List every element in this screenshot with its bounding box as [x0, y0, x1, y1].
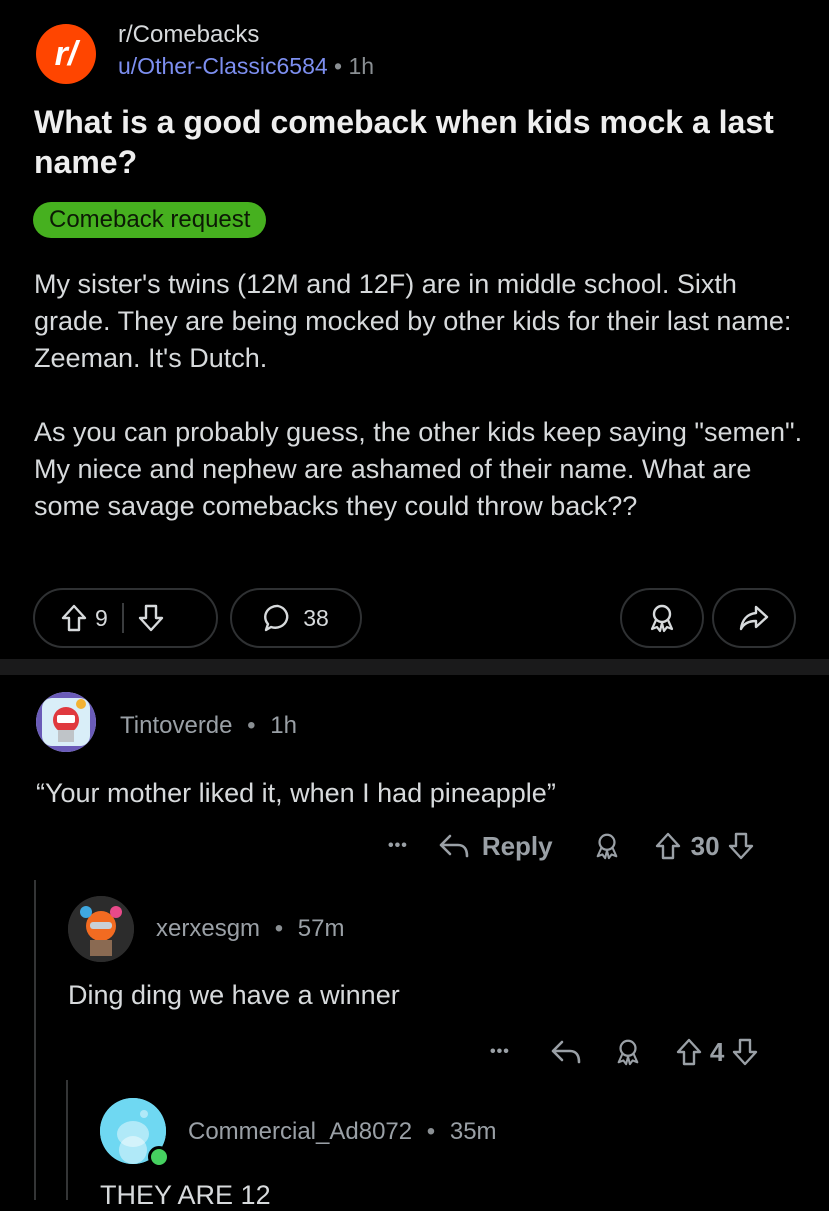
comment-actions: ••• 4 — [490, 1032, 758, 1072]
comment-text: “Your mother liked it, when I had pineap… — [36, 778, 556, 808]
post-flair[interactable]: Comeback request — [33, 202, 267, 238]
avatar[interactable] — [36, 692, 96, 752]
post-title: What is a good comeback when kids mock a… — [34, 104, 774, 180]
post-author[interactable]: u/Other-Classic6584 — [118, 53, 328, 79]
vote-divider — [121, 603, 124, 633]
reply-arrow-icon[interactable] — [550, 1038, 582, 1066]
comment-count: 38 — [303, 604, 329, 631]
avatar[interactable] — [68, 896, 134, 962]
upvote-arrow-icon[interactable] — [676, 1038, 702, 1066]
post-age: 1h — [348, 53, 375, 79]
comment-meta: Tintoverde • 1h — [120, 712, 297, 740]
thread-line[interactable] — [34, 880, 36, 1200]
share-arrow-icon — [739, 604, 769, 632]
award-icon[interactable] — [614, 1038, 642, 1066]
section-divider — [0, 659, 829, 675]
meta-separator: • — [247, 712, 256, 739]
post-body: My sister's twins (12M and 12F) are in m… — [34, 266, 804, 562]
meta-separator: • — [426, 1118, 436, 1145]
comment-meta: Commercial_Ad8072 • 35m — [188, 1118, 497, 1146]
downvote-arrow-icon[interactable] — [732, 1038, 758, 1066]
comment-score: 4 — [709, 1036, 725, 1067]
reply-button[interactable]: Reply — [482, 831, 553, 862]
post-meta: u/Other-Classic6584 • 1h — [118, 53, 374, 80]
award-icon — [647, 603, 677, 633]
comment-actions: ••• Reply 30 — [388, 826, 754, 866]
comment-text: Ding ding we have a winner — [68, 980, 400, 1010]
thread-line[interactable] — [66, 1080, 68, 1200]
more-dots-icon[interactable]: ••• — [388, 837, 408, 855]
award-icon[interactable] — [593, 832, 621, 860]
comment-username[interactable]: Tintoverde — [120, 712, 233, 739]
upvote-arrow-icon[interactable] — [61, 604, 87, 632]
share-button[interactable] — [712, 588, 796, 648]
comment-age: 1h — [270, 712, 297, 739]
speech-bubble-icon — [263, 603, 293, 633]
post-body-paragraph: My sister's twins (12M and 12F) are in m… — [34, 269, 792, 373]
comment-age: 57m — [297, 915, 345, 942]
meta-separator: • — [274, 915, 284, 942]
comment-score: 30 — [690, 830, 720, 861]
comment-username[interactable]: Commercial_Ad8072 — [188, 1118, 412, 1145]
award-button[interactable] — [620, 588, 704, 648]
comment-username[interactable]: xerxesgm — [156, 915, 260, 942]
more-dots-icon[interactable]: ••• — [490, 1043, 510, 1061]
comment-age: 35m — [449, 1118, 497, 1145]
upvote-arrow-icon[interactable] — [655, 832, 681, 860]
downvote-arrow-icon[interactable] — [728, 832, 754, 860]
reply-arrow-icon[interactable] — [438, 832, 470, 860]
post-score: 9 — [95, 604, 108, 631]
subreddit-avatar[interactable]: r/ — [36, 24, 96, 84]
comment-text: THEY ARE 12 — [100, 1180, 271, 1210]
subreddit-logo-text: r/ — [54, 34, 78, 73]
comment-meta: xerxesgm • 57m — [156, 915, 344, 943]
downvote-arrow-icon[interactable] — [138, 604, 164, 632]
vote-pill: 9 — [33, 588, 218, 648]
online-status-dot — [148, 1146, 170, 1168]
subreddit-name[interactable]: r/Comebacks — [118, 21, 259, 49]
meta-separator: • — [334, 53, 343, 79]
comments-button[interactable]: 38 — [230, 588, 362, 648]
post-body-paragraph: As you can probably guess, the other kid… — [34, 417, 803, 521]
